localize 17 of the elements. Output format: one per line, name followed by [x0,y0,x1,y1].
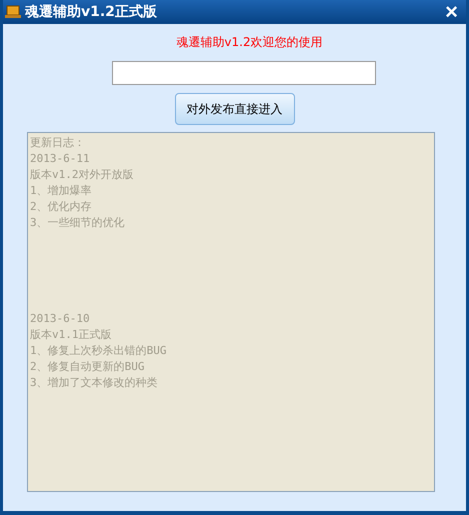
log-line: 3、增加了文本修改的种类 [30,375,159,391]
log-line: 1、修复上次秒杀出错的BUG [30,343,168,359]
welcome-text: 魂遷辅助v1.2欢迎您的使用 [176,34,323,51]
laptop-icon [5,5,21,19]
input-field[interactable] [112,61,376,85]
log-line: 3、一些细节的优化 [30,215,126,231]
log-line: 版本v1.2对外开放版 [30,167,134,183]
log-line: 版本v1.1正式版 [30,327,112,343]
log-line: 2013-6-11 [30,151,91,167]
log-line: 2013-6-10 [30,311,91,327]
close-button[interactable]: × [439,2,464,22]
window-title: 魂遷辅助v1.2正式版 [25,3,158,21]
log-line: 更新日志： [30,135,86,151]
enter-button[interactable]: 对外发布直接进入 [174,93,294,125]
log-line: 2、优化内存 [30,199,93,215]
log-line: 1、增加爆率 [30,183,93,199]
log-line: 2、修复自动更新的BUG [30,359,146,375]
